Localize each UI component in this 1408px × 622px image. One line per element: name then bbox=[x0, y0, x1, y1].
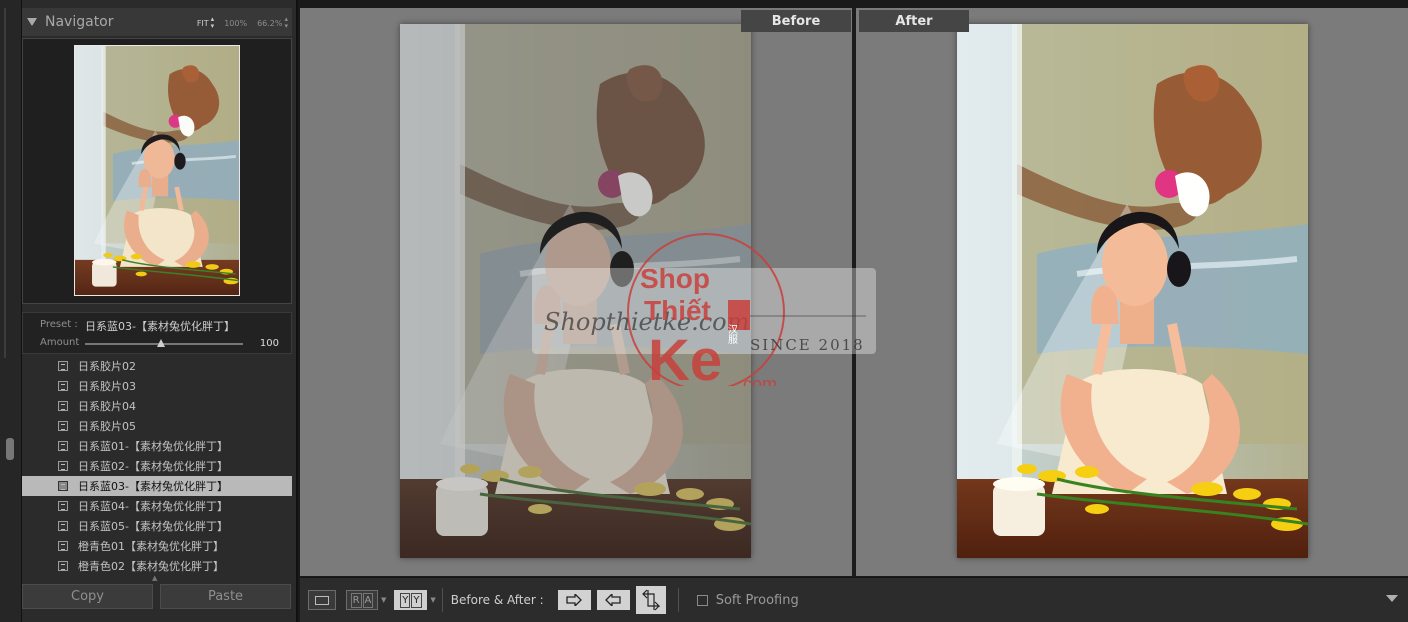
before-after-label: Before & After : bbox=[450, 593, 544, 607]
photo-image bbox=[957, 24, 1308, 558]
ra-dropdown-caret-icon[interactable]: ▼ bbox=[381, 596, 386, 604]
swap-vertical-icon bbox=[641, 589, 660, 611]
after-label: After bbox=[859, 10, 969, 32]
amount-value[interactable]: 100 bbox=[260, 338, 279, 349]
preset-icon bbox=[58, 381, 68, 391]
navigator-thumbnail[interactable] bbox=[74, 45, 240, 296]
before-after-view: Before After Shopthietke.com Shop Thiết … bbox=[300, 8, 1408, 576]
copy-settings-right-button[interactable] bbox=[557, 590, 591, 610]
yy-view-button[interactable]: Y Y bbox=[394, 590, 428, 610]
preset-list-item-label: 橙青色01【素材兔优化胖丁】 bbox=[78, 540, 224, 553]
zoom-100-label: 100% bbox=[224, 18, 248, 28]
loupe-view-button[interactable] bbox=[308, 590, 336, 610]
preset-list-item[interactable]: 日系胶片03 bbox=[22, 376, 292, 396]
amount-label: Amount bbox=[40, 337, 80, 348]
updown-arrows-icon: ▴ ▾ bbox=[210, 15, 215, 30]
preset-icon bbox=[58, 461, 68, 471]
before-pane[interactable]: Before bbox=[300, 8, 852, 576]
amount-slider-thumb[interactable] bbox=[156, 339, 165, 347]
preset-icon bbox=[58, 501, 68, 511]
preset-list-item[interactable]: 日系蓝04-【素材兔优化胖丁】 bbox=[22, 496, 292, 516]
copy-button[interactable]: Copy bbox=[22, 584, 153, 609]
navigator-title: Navigator bbox=[45, 14, 114, 30]
toolbar-separator bbox=[677, 588, 679, 612]
preset-list-item-label: 日系蓝04-【素材兔优化胖丁】 bbox=[78, 500, 228, 513]
preset-list-item[interactable]: 日系蓝02-【素材兔优化胖丁】 bbox=[22, 456, 292, 476]
after-pane[interactable]: After bbox=[856, 8, 1408, 576]
toolbar-separator bbox=[441, 588, 443, 612]
preset-list-item-label: 日系蓝03-【素材兔优化胖丁】 bbox=[78, 480, 228, 493]
preset-icon bbox=[58, 401, 68, 411]
preset-label: Preset : bbox=[40, 319, 78, 330]
yy-right-label: Y bbox=[411, 592, 422, 608]
swap-settings-button[interactable] bbox=[635, 586, 666, 614]
preset-list-item-label: 日系蓝05-【素材兔优化胖丁】 bbox=[78, 520, 228, 533]
preset-icon bbox=[58, 541, 68, 551]
preset-icon bbox=[58, 361, 68, 371]
panel-edge-strip bbox=[4, 8, 6, 358]
preset-list-item[interactable]: 日系胶片02 bbox=[22, 356, 292, 376]
zoom-custom-label: 66.2% bbox=[257, 18, 283, 28]
preset-icon bbox=[58, 561, 68, 571]
navigator-header[interactable]: Navigator FIT ▴ ▾ 100% 66.2% ▴ ▾ bbox=[22, 8, 292, 36]
soft-proofing-checkbox[interactable] bbox=[696, 594, 708, 606]
ra-r-label: R bbox=[350, 592, 362, 608]
photo-image bbox=[75, 46, 239, 295]
paste-button[interactable]: Paste bbox=[160, 584, 291, 609]
preset-list-item[interactable]: 日系蓝05-【素材兔优化胖丁】 bbox=[22, 516, 292, 536]
yy-left-label: Y bbox=[400, 592, 411, 608]
bottom-toolbar: R A ▼ Y Y ▼ Before & After : Soft Proofi… bbox=[300, 577, 1408, 622]
preset-list-item-label: 日系胶片04 bbox=[78, 400, 136, 413]
preset-list-item-label: 日系胶片02 bbox=[78, 360, 136, 373]
preset-amount-panel: Preset : 日系蓝03-【素材兔优化胖丁】 Amount 100 bbox=[22, 312, 292, 354]
arrow-left-icon bbox=[605, 594, 621, 606]
zoom-100-option[interactable]: 100% bbox=[224, 16, 247, 30]
collapse-triangle-icon[interactable] bbox=[27, 18, 37, 26]
preset-list-item-label: 日系胶片03 bbox=[78, 380, 136, 393]
panel-collapse-grip[interactable] bbox=[6, 438, 14, 460]
after-photo[interactable] bbox=[957, 24, 1308, 558]
copy-settings-left-button[interactable] bbox=[596, 590, 630, 610]
preset-list-item[interactable]: 日系蓝03-【素材兔优化胖丁】 bbox=[22, 476, 292, 496]
preset-icon bbox=[58, 521, 68, 531]
left-panel-edge bbox=[0, 0, 22, 622]
yy-dropdown-caret-icon[interactable]: ▼ bbox=[430, 596, 435, 604]
preset-list-item-label: 日系蓝01-【素材兔优化胖丁】 bbox=[78, 440, 228, 453]
photo-image bbox=[400, 24, 751, 558]
before-photo[interactable] bbox=[400, 24, 751, 558]
zoom-custom-option[interactable]: 66.2% ▴ ▾ bbox=[257, 16, 288, 30]
navigator-zoom-options: FIT ▴ ▾ 100% 66.2% ▴ ▾ bbox=[197, 16, 288, 30]
zoom-fit-option[interactable]: FIT ▴ ▾ bbox=[197, 16, 214, 30]
navigator-preview[interactable] bbox=[22, 38, 292, 304]
preset-name: 日系蓝03-【素材兔优化胖丁】 bbox=[85, 320, 235, 333]
before-label: Before bbox=[741, 10, 851, 32]
arrow-right-icon bbox=[566, 594, 583, 606]
preset-list-item-label: 日系蓝02-【素材兔优化胖丁】 bbox=[78, 460, 228, 473]
preset-icon bbox=[58, 421, 68, 431]
preset-list-item[interactable]: 日系胶片05 bbox=[22, 416, 292, 436]
preset-list-item[interactable]: 橙青色01【素材兔优化胖丁】 bbox=[22, 536, 292, 556]
preset-list-item[interactable]: 日系胶片04 bbox=[22, 396, 292, 416]
preset-list: 日系胶片02 日系胶片03 日系胶片04 日系胶片05 日系蓝01-【素材兔优化胖丁】日… bbox=[22, 356, 292, 574]
left-panel: Navigator FIT ▴ ▾ 100% 66.2% ▴ ▾ Preset … bbox=[22, 0, 298, 622]
preset-list-item[interactable]: 日系蓝01-【素材兔优化胖丁】 bbox=[22, 436, 292, 456]
preset-icon bbox=[58, 481, 68, 491]
preset-icon bbox=[58, 441, 68, 451]
preset-list-item-label: 橙青色02【素材兔优化胖丁】 bbox=[78, 560, 224, 573]
updown-arrows-icon: ▴ ▾ bbox=[284, 15, 288, 30]
preset-list-item[interactable]: 橙青色02【素材兔优化胖丁】 bbox=[22, 556, 292, 574]
ra-view-button[interactable]: R A bbox=[346, 590, 378, 610]
loupe-icon bbox=[315, 595, 329, 605]
preset-list-item-label: 日系胶片05 bbox=[78, 420, 136, 433]
soft-proofing-label[interactable]: Soft Proofing bbox=[716, 593, 799, 608]
zoom-fit-label: FIT bbox=[196, 18, 209, 28]
toolbar-menu-caret-icon[interactable] bbox=[1386, 595, 1398, 602]
ra-a-label: A bbox=[362, 592, 374, 608]
scroll-caret-icon: ▲ bbox=[152, 574, 158, 582]
